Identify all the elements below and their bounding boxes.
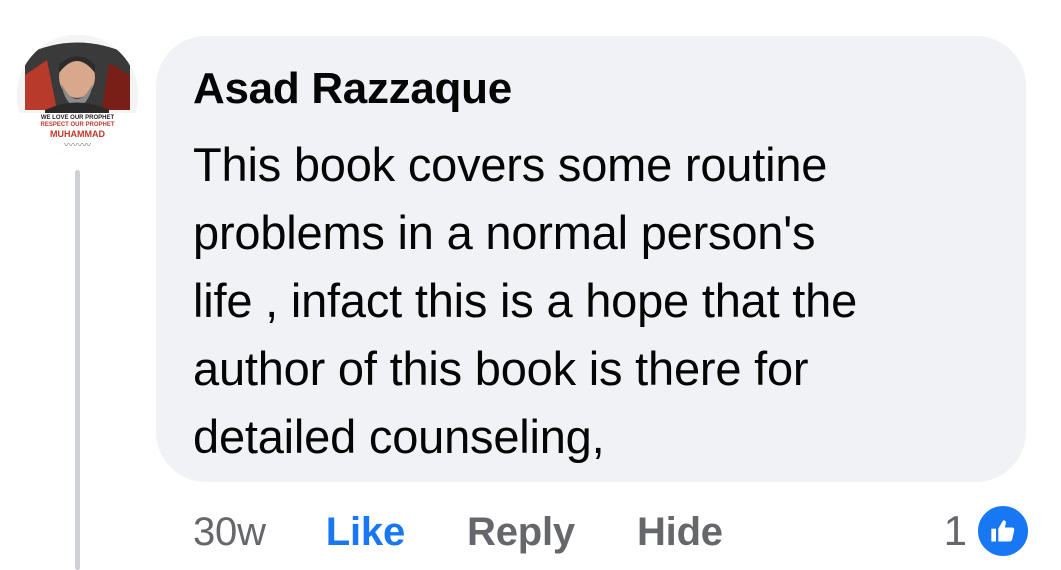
comment-text-line: problems in a normal person's [193, 206, 816, 259]
reply-button[interactable]: Reply [467, 510, 575, 555]
comment-text-line: detailed counseling, [193, 410, 605, 463]
avatar-caption-line: RESPECT OUR PROPHET [40, 122, 115, 128]
comment-author[interactable]: Asad Razzaque [193, 64, 512, 114]
avatar-caption-line: MUHAMMAD [50, 129, 105, 139]
hide-button[interactable]: Hide [637, 510, 723, 555]
avatar-caption: WE LOVE OUR PROPHET RESPECT OUR PROPHET … [17, 115, 138, 151]
thread-line [75, 170, 80, 570]
comment-text-line: author of this book is there for [193, 342, 809, 395]
thumbs-up-icon [975, 503, 1031, 559]
comment-container: WE LOVE OUR PROPHET RESPECT OUR PROPHET … [0, 0, 1061, 570]
comment-actions: 30w Like Reply Hide [193, 502, 723, 562]
avatar[interactable]: WE LOVE OUR PROPHET RESPECT OUR PROPHET … [17, 35, 138, 156]
comment-timestamp[interactable]: 30w [193, 510, 266, 555]
comment-text-line: This book covers some routine [193, 138, 828, 191]
reaction-count: 1 [943, 507, 967, 554]
avatar-caption-line: WE LOVE OUR PROPHET [40, 115, 115, 121]
avatar-calligraphy: 〰〰〰 [63, 140, 91, 150]
comment-text: This book covers some routine problems i… [193, 131, 1003, 471]
like-button[interactable]: Like [326, 510, 405, 555]
comment-text-line: life , infact this is a hope that the [193, 274, 858, 327]
reaction-summary[interactable]: 1 [944, 503, 1031, 559]
